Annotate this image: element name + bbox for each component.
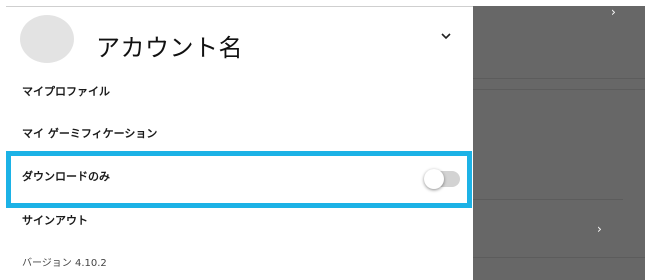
version-label: バージョン 4.10.2: [22, 258, 107, 269]
chevron-right-icon: ›: [597, 222, 602, 236]
background-divider: [473, 78, 645, 79]
menu-item-gamification[interactable]: マイ ゲーミフィケーション: [22, 125, 157, 141]
download-only-toggle[interactable]: [424, 169, 460, 189]
background-divider: [473, 257, 645, 258]
menu-item-sign-out[interactable]: サインアウト: [22, 212, 88, 228]
avatar[interactable]: [20, 15, 74, 63]
account-menu-panel: アカウント名 マイプロファイル マイ ゲーミフィケーション ダウンロードのみ サ…: [6, 6, 473, 280]
app-frame: › › アカウント名 マイプロファイル マイ ゲーミフィケーション ダウンロード…: [6, 6, 645, 280]
background-overlay[interactable]: › ›: [473, 6, 645, 280]
account-name[interactable]: アカウント名: [96, 28, 243, 63]
menu-item-my-profile[interactable]: マイプロファイル: [22, 83, 110, 99]
download-only-highlight: [6, 151, 472, 208]
chevron-down-icon[interactable]: [437, 29, 455, 43]
background-divider: [473, 89, 645, 90]
toggle-knob: [424, 169, 444, 189]
chevron-right-icon: ›: [611, 6, 616, 19]
background-divider: [473, 199, 623, 200]
